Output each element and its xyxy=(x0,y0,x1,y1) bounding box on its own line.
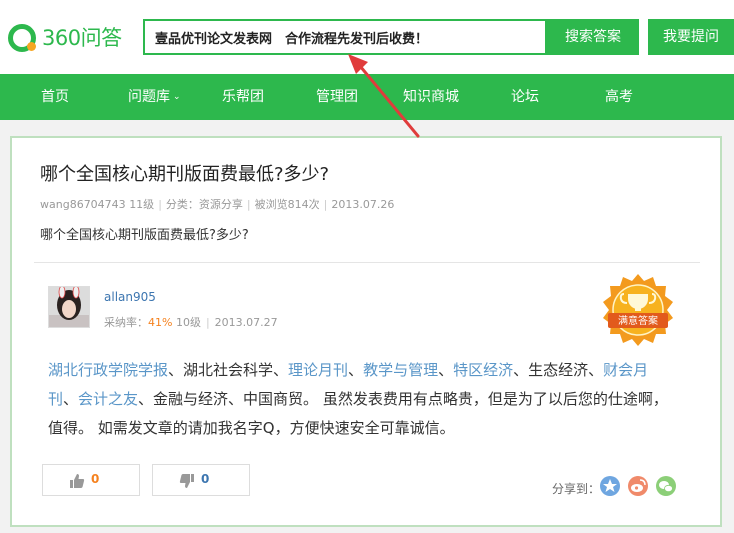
nav-label: 问题库 xyxy=(128,89,170,105)
logo-ring-icon xyxy=(8,24,36,52)
downvote-count: 0 xyxy=(201,472,210,486)
logo-360-wenda[interactable]: 360问答 xyxy=(8,22,122,54)
avatar[interactable] xyxy=(48,286,90,328)
nav-item-home[interactable]: 首页 xyxy=(41,74,69,120)
red-arrow-annotation-icon xyxy=(348,54,420,138)
logo-text: 360问答 xyxy=(42,26,122,50)
answer-date: 2013.07.27 xyxy=(214,316,278,329)
question-views: 被浏览814次 xyxy=(254,198,320,211)
thumbs-up-icon xyxy=(70,474,85,488)
answer-text-segment: 、 xyxy=(63,390,79,408)
meta-separator: | xyxy=(158,198,162,211)
answer-text-segment: 、 xyxy=(348,361,364,379)
answer-keyword-link[interactable]: 会计之友 xyxy=(78,390,138,408)
asker-level: 11级 xyxy=(129,198,155,211)
question-title: 哪个全国核心期刊版面费最低?多少? xyxy=(40,164,330,185)
upvote-button[interactable]: 0 xyxy=(42,464,140,496)
downvote-button[interactable]: 0 xyxy=(152,464,250,496)
answer-text-segment: 、金融与经济、中国商贸。 虽然发表费用有点略贵，但是为了以后您的仕途啊，值得。 … xyxy=(48,390,668,437)
nav-label: 乐帮团 xyxy=(222,89,264,105)
meta-separator: | xyxy=(246,198,251,211)
answerer-level: 10级 xyxy=(175,316,201,329)
nav-item-question-bank[interactable]: 问题库 ⌄ xyxy=(128,74,181,120)
answerer-name[interactable]: allan905 xyxy=(104,290,156,304)
nav-item-forum[interactable]: 论坛 xyxy=(511,74,539,120)
question-body: 哪个全国核心期刊版面费最低?多少? xyxy=(40,228,249,243)
answer-text-segment: 、湖北社会科学、 xyxy=(168,361,289,379)
thumbs-down-icon xyxy=(179,474,194,488)
question-category[interactable]: 分类：资源分享 xyxy=(166,198,243,211)
adopt-label: 采纳率： xyxy=(104,316,148,329)
answer-keyword-link[interactable]: 理论月刊 xyxy=(288,361,348,379)
answer-keyword-link[interactable]: 教学与管理 xyxy=(363,361,438,379)
answer-keyword-link[interactable]: 湖北行政学院学报 xyxy=(48,361,168,379)
share-wechat-icon[interactable] xyxy=(656,476,676,496)
share-label: 分享到： xyxy=(552,482,601,496)
adopt-rate: 41% xyxy=(148,316,173,329)
question-card: 哪个全国核心期刊版面费最低?多少? wang86704743 11级 | 分类：资源… xyxy=(10,136,722,527)
asker-name[interactable]: wang86704743 xyxy=(40,198,126,211)
answer-content: 湖北行政学院学报、湖北社会科学、理论月刊、教学与管理、特区经济、生态经济、财会月… xyxy=(48,356,678,443)
answer-meta: 采纳率：41% 10级 | 2013.07.27 xyxy=(104,314,278,330)
ask-question-button[interactable]: 我要提问 xyxy=(648,19,734,55)
share-qzone-icon[interactable] xyxy=(600,476,620,496)
nav-item-lebang[interactable]: 乐帮团 xyxy=(222,74,264,120)
answer-text-segment: 、生态经济、 xyxy=(513,361,604,379)
nav-label: 首页 xyxy=(41,89,69,105)
answer-keyword-link[interactable]: 特区经济 xyxy=(453,361,513,379)
meta-separator: | xyxy=(205,316,210,329)
search-answer-button[interactable]: 搜索答案 xyxy=(547,19,639,55)
satisfied-answer-badge: 满意答案 xyxy=(603,274,673,346)
question-date: 2013.07.26 xyxy=(331,198,395,211)
question-meta: wang86704743 11级 | 分类：资源分享 | 被浏览814次 | 2013.07… xyxy=(40,196,394,212)
badge-rosette-icon xyxy=(603,274,673,346)
divider xyxy=(34,262,700,263)
nav-item-gaokao[interactable]: 高考 xyxy=(605,74,633,120)
nav-label: 高考 xyxy=(605,89,633,105)
answer-text-segment: 、 xyxy=(438,361,454,379)
meta-separator: | xyxy=(323,198,328,211)
nav-label: 论坛 xyxy=(511,89,539,105)
chevron-down-icon: ⌄ xyxy=(173,92,181,102)
badge-label: 满意答案 xyxy=(618,314,658,327)
avatar-image xyxy=(49,287,89,327)
share-weibo-icon[interactable] xyxy=(628,476,648,496)
upvote-count: 0 xyxy=(91,472,100,486)
